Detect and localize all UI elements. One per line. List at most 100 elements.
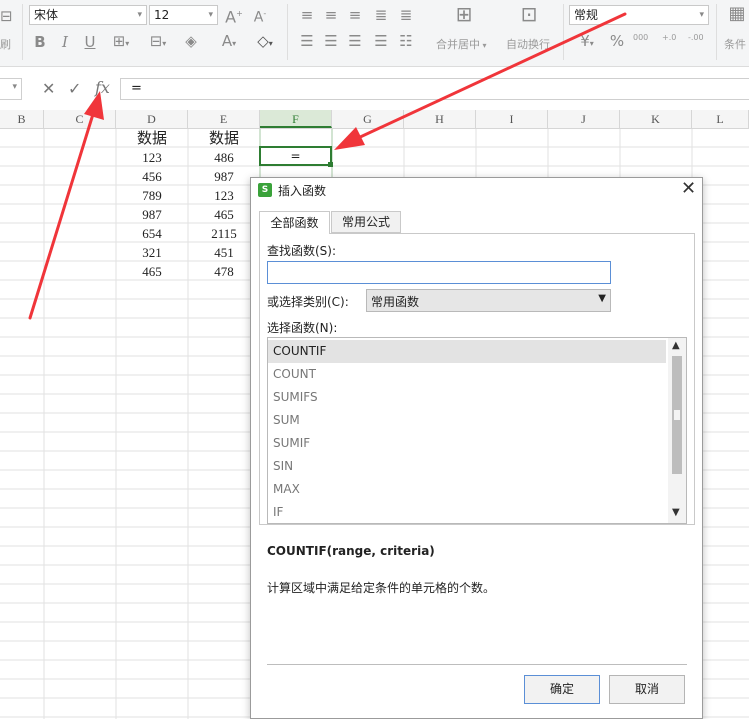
search-label: 查找函数(S): — [267, 244, 337, 258]
align-right-icon[interactable]: ☰ — [346, 33, 364, 49]
increase-font-icon[interactable]: A+ — [224, 6, 244, 25]
wrap-text-button[interactable]: 自动换行 — [506, 36, 550, 52]
column-header-row: B C D E F G H I J K L — [0, 110, 749, 129]
justify-icon[interactable]: ☰ — [372, 33, 390, 49]
borders-icon[interactable]: ⊞▾ — [108, 33, 134, 52]
merge-center-button[interactable]: 合并居中 ▾ — [436, 36, 487, 52]
data-cell[interactable]: 486 — [188, 148, 260, 167]
bold-icon[interactable]: B — [33, 34, 47, 50]
category-label: 或选择类别(C): — [267, 295, 349, 309]
font-name-select[interactable]: 宋体 ▾ — [29, 5, 147, 25]
number-format-select[interactable]: 常规 ▾ — [569, 5, 709, 25]
increase-decimal-button[interactable]: +.0 — [662, 33, 676, 42]
data-cell[interactable]: 654 — [116, 224, 188, 243]
ok-button[interactable]: 确定 — [524, 675, 600, 704]
indent-icon[interactable]: ≣ — [397, 7, 415, 23]
header-cell-e[interactable]: 数据 — [188, 129, 260, 148]
align-center-icon[interactable]: ☰ — [322, 33, 340, 49]
orientation-icon[interactable]: ≣ — [372, 7, 390, 23]
tab-all-functions[interactable]: 全部函数 — [259, 211, 330, 234]
formula-bar: ▾ ✕ ✓ fx = — [0, 76, 749, 102]
insert-function-dialog: S 插入函数 ✕ 全部函数 常用公式 查找函数(S): 或选择类别(C): 常用… — [250, 177, 703, 719]
function-list[interactable]: COUNTIF COUNT SUMIFS SUM SUMIF SIN MAX I… — [267, 337, 687, 524]
category-select[interactable]: 常用函数 ▼ — [366, 289, 611, 312]
conditional-format-icon[interactable]: ▦ — [726, 5, 748, 23]
tab-common-formulas[interactable]: 常用公式 — [331, 211, 401, 233]
cell-style-icon[interactable]: ◈ — [180, 33, 202, 49]
format-painter-label: 刷 — [0, 38, 11, 51]
eraser-icon[interactable]: ◇▾ — [250, 33, 280, 52]
column-header[interactable]: B — [0, 110, 44, 128]
function-list-scrollbar[interactable]: ▲ ▼ — [668, 338, 686, 523]
function-item[interactable]: COUNT — [268, 363, 666, 386]
column-header[interactable]: J — [548, 110, 620, 128]
confirm-formula-icon[interactable]: ✓ — [68, 79, 81, 98]
chevron-down-icon[interactable]: ▼ — [672, 507, 680, 518]
chevron-down-icon: ▾ — [12, 82, 17, 92]
distributed-icon[interactable]: ☷ — [397, 33, 415, 49]
data-cell[interactable]: 789 — [116, 186, 188, 205]
data-cell[interactable]: 987 — [116, 205, 188, 224]
align-bottom-icon[interactable]: ≡ — [346, 7, 364, 23]
close-icon[interactable]: ✕ — [681, 178, 696, 199]
align-left-icon[interactable]: ☰ — [298, 33, 316, 49]
align-top-icon[interactable]: ≡ — [298, 7, 316, 23]
italic-icon[interactable]: I — [58, 34, 72, 50]
fill-color-icon[interactable]: ⊟▾ — [144, 33, 172, 52]
select-function-label: 选择函数(N): — [267, 321, 338, 335]
header-cell-d[interactable]: 数据 — [116, 129, 188, 148]
name-box[interactable]: ▾ — [0, 78, 22, 100]
wrap-text-icon[interactable]: ⊡ — [515, 4, 543, 24]
function-item[interactable]: SUM — [268, 409, 666, 432]
data-cell[interactable]: 123 — [116, 148, 188, 167]
function-item[interactable]: SUMIFS — [268, 386, 666, 409]
insert-function-button[interactable]: fx — [95, 78, 110, 97]
font-name-value: 宋体 — [34, 8, 59, 22]
column-header[interactable]: C — [44, 110, 116, 128]
cancel-button[interactable]: 取消 — [609, 675, 685, 704]
merge-center-icon[interactable]: ⊞ — [450, 4, 478, 24]
align-middle-icon[interactable]: ≡ — [322, 7, 340, 23]
ribbon-toolbar: ⊟ 刷 宋体 ▾ 12 ▾ A+ A- B I U ⊞▾ ⊟▾ ◈ A▾ ◇▾ … — [0, 0, 749, 67]
merge-center-label: 合并居中 — [436, 38, 480, 51]
chevron-down-icon: ▾ — [137, 10, 142, 20]
cancel-formula-icon[interactable]: ✕ — [42, 79, 55, 98]
function-item[interactable]: SUMIF — [268, 432, 666, 455]
conditional-format-button[interactable]: 条件 — [724, 36, 746, 52]
function-description: 计算区域中满足给定条件的单元格的个数。 — [267, 581, 496, 595]
search-input[interactable] — [267, 261, 611, 284]
ribbon-divider — [563, 4, 564, 60]
active-cell[interactable]: = — [259, 146, 332, 166]
formula-input[interactable]: = — [120, 78, 749, 100]
percent-button[interactable]: % — [607, 33, 627, 49]
ribbon-divider — [287, 4, 288, 60]
function-item[interactable]: IF — [268, 501, 666, 523]
format-painter-icon[interactable]: ⊟ — [0, 8, 13, 24]
data-cell[interactable]: 456 — [116, 167, 188, 186]
decrease-decimal-button[interactable]: -.00 — [688, 33, 704, 42]
column-header[interactable]: I — [476, 110, 548, 128]
column-header[interactable]: D — [116, 110, 188, 128]
thousands-separator-button[interactable]: 000 — [633, 33, 648, 42]
font-size-select[interactable]: 12 ▾ — [149, 5, 218, 25]
function-signature: COUNTIF(range, criteria) — [267, 544, 435, 558]
fill-handle[interactable] — [328, 162, 333, 167]
scrollbar-grip — [674, 410, 680, 420]
function-item-selected[interactable]: COUNTIF — [268, 340, 666, 363]
column-header[interactable]: L — [692, 110, 749, 128]
column-header[interactable]: H — [404, 110, 476, 128]
font-color-icon[interactable]: A▾ — [214, 33, 244, 52]
column-header[interactable]: K — [620, 110, 692, 128]
data-cell[interactable]: 321 — [116, 243, 188, 262]
font-size-value: 12 — [154, 8, 170, 22]
function-item[interactable]: MAX — [268, 478, 666, 501]
column-header[interactable]: E — [188, 110, 260, 128]
column-header-selected[interactable]: F — [260, 110, 332, 128]
chevron-up-icon[interactable]: ▲ — [672, 340, 680, 351]
function-item[interactable]: SIN — [268, 455, 666, 478]
underline-icon[interactable]: U — [83, 34, 97, 50]
currency-icon[interactable]: ¥▾ — [572, 33, 602, 52]
data-cell[interactable]: 465 — [116, 262, 188, 281]
decrease-font-icon[interactable]: A- — [250, 6, 270, 26]
column-header[interactable]: G — [332, 110, 404, 128]
